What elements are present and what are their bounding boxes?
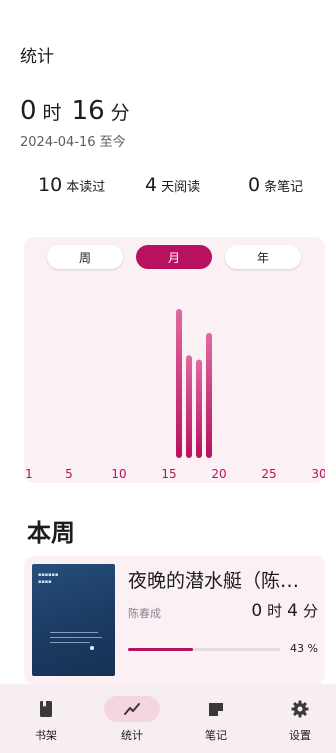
stat-books-read: 10 本读过 <box>38 174 105 196</box>
chart-bar <box>196 359 202 458</box>
book-progress-label: 43 % <box>290 642 318 655</box>
stat-label: 条笔记 <box>264 180 304 195</box>
chart-tick-label: 10 <box>111 467 126 481</box>
chart-bar <box>186 355 192 458</box>
nav-label: 设置 <box>289 729 311 742</box>
nav-label: 统计 <box>121 729 143 742</box>
book-minutes-unit: 分 <box>302 602 318 620</box>
book-card[interactable]: ▪▪▪▪▪▪ ▪▪▪▪ 夜晚的潜水艇（陈… 陈春成 0 时 4 分 43 % <box>24 556 325 684</box>
book-progress-fill <box>128 648 194 651</box>
book-hours-unit: 时 <box>267 602 283 620</box>
book-progress-bar <box>128 648 280 651</box>
total-hours: 0 <box>20 96 37 126</box>
stat-days-read: 4 天阅读 <box>145 174 200 196</box>
cover-line <box>50 637 102 638</box>
nav-label: 笔记 <box>205 729 227 742</box>
stat-value: 4 <box>145 174 158 196</box>
book-title: 夜晚的潜水艇（陈… <box>128 570 300 592</box>
cover-line <box>50 632 98 633</box>
gear-icon <box>258 699 336 719</box>
statistics-screen: 统计 0 时 16 分 2024-04-16 至今 10 本读过 4 天阅读 0… <box>0 0 336 753</box>
reading-bar-chart: 1 5 10 15 20 25 30 <box>25 309 325 481</box>
trending-icon <box>90 699 174 719</box>
chart-tick-label: 1 <box>25 467 33 481</box>
nav-item-settings[interactable]: 设置 <box>258 684 336 753</box>
total-reading-time: 0 时 16 分 <box>20 96 134 126</box>
chart-tick-label: 30 <box>311 467 325 481</box>
stat-label: 本读过 <box>66 180 106 195</box>
nav-item-bookshelf[interactable]: 书架 <box>4 684 88 753</box>
total-minutes-unit: 分 <box>110 102 130 124</box>
chart-tick-label: 5 <box>65 467 73 481</box>
stat-value: 10 <box>38 174 63 196</box>
bottom-navigation: 书架 统计 笔记 设置 <box>0 684 336 753</box>
total-minutes: 16 <box>71 96 105 126</box>
chart-x-axis: 1 5 10 15 20 25 30 <box>25 467 325 481</box>
chart-tick-label: 20 <box>211 467 226 481</box>
stat-label: 天阅读 <box>161 180 201 195</box>
chart-tick-label: 25 <box>261 467 276 481</box>
cover-dot <box>90 646 94 650</box>
book-minutes: 4 <box>287 601 298 621</box>
chart-bar <box>206 332 212 458</box>
stat-value: 0 <box>248 174 261 196</box>
book-cover[interactable]: ▪▪▪▪▪▪ ▪▪▪▪ <box>32 564 115 676</box>
summary-stats: 10 本读过 4 天阅读 0 条笔记 <box>0 174 336 202</box>
stat-notes: 0 条笔记 <box>248 174 303 196</box>
cover-line <box>50 642 90 643</box>
chart-bar <box>176 309 182 458</box>
week-section-title: 本周 <box>27 518 75 547</box>
since-date: 2024-04-16 至今 <box>20 135 126 150</box>
book-hours: 0 <box>251 601 263 621</box>
nav-item-notes[interactable]: 笔记 <box>174 684 258 753</box>
nav-label: 书架 <box>35 729 57 742</box>
page-title: 统计 <box>20 47 54 67</box>
note-icon <box>174 699 258 719</box>
reading-chart-card: 周 月 年 1 5 10 15 20 25 30 <box>24 237 325 483</box>
total-hours-unit: 时 <box>42 102 62 124</box>
chart-bars <box>176 309 212 458</box>
chart-tick-label: 15 <box>161 467 176 481</box>
book-reading-time: 0 时 4 分 <box>251 600 318 621</box>
book-icon <box>4 699 88 719</box>
nav-item-statistics[interactable]: 统计 <box>90 684 174 753</box>
book-author: 陈春成 <box>128 607 161 620</box>
cover-lettering: ▪▪▪▪▪▪ ▪▪▪▪ <box>38 572 59 585</box>
